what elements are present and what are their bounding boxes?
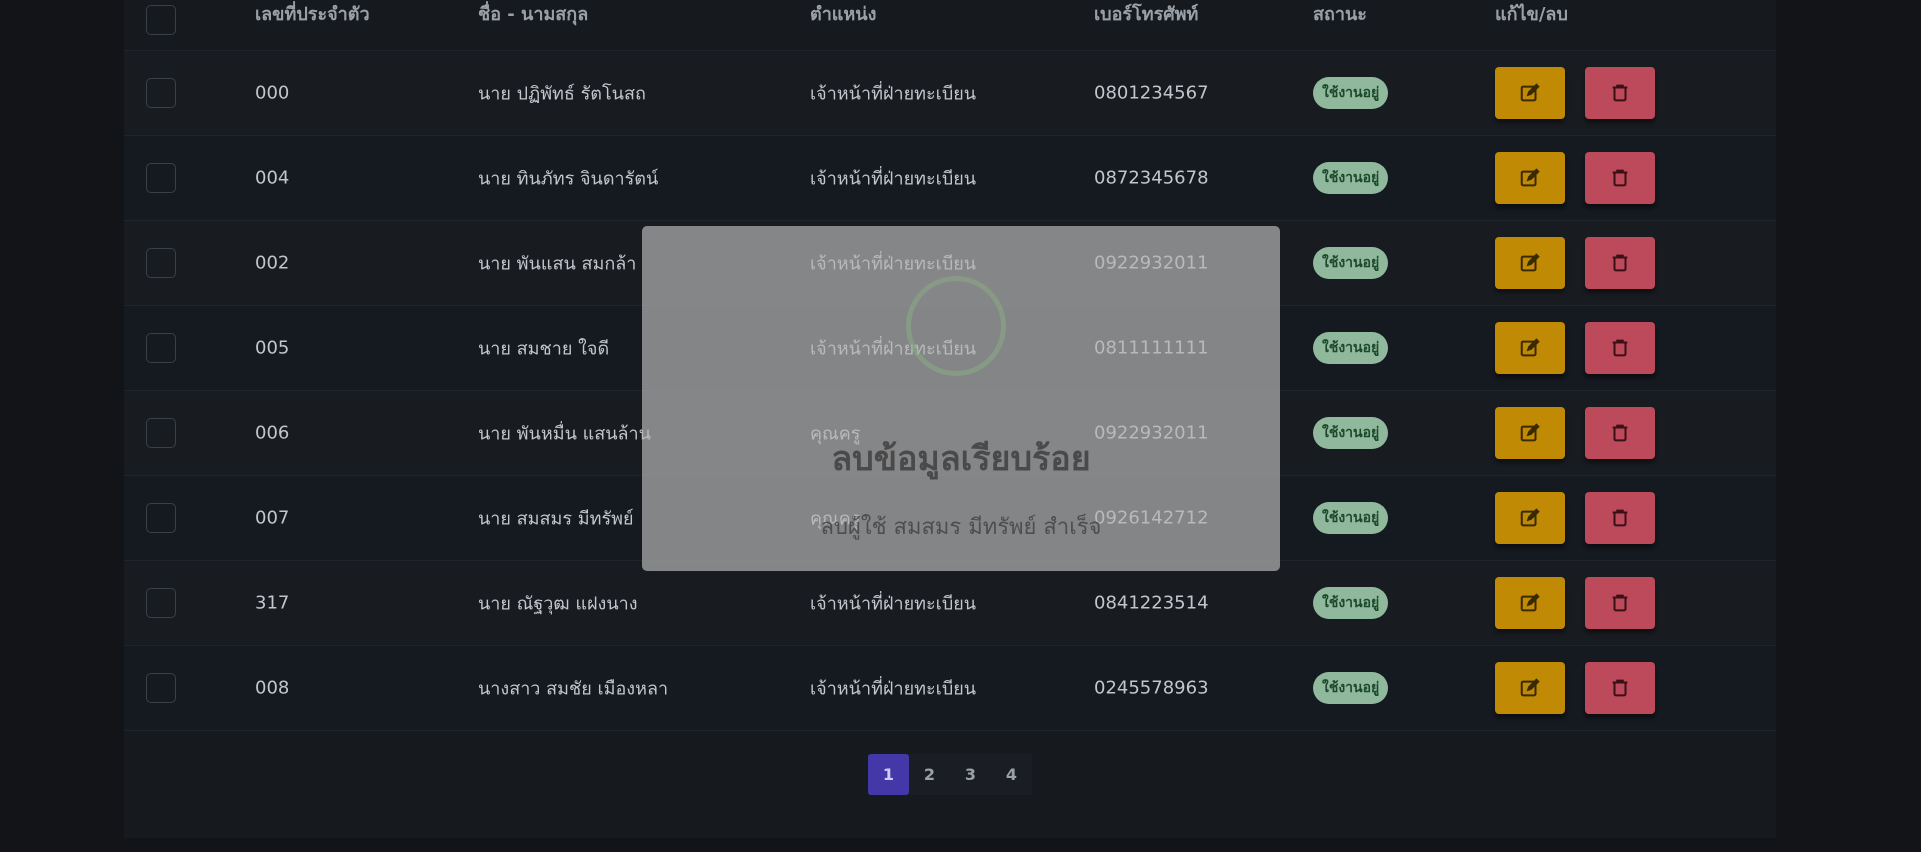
edit-button[interactable] xyxy=(1495,152,1565,204)
table-header: เลขที่ประจำตัว ชื่อ - นามสกุล ตำแหน่ง เบ… xyxy=(124,0,1776,51)
cell-position: เจ้าหน้าที่ฝ่ายทะเบียน xyxy=(810,83,977,105)
trash-icon xyxy=(1609,337,1631,359)
delete-button[interactable] xyxy=(1585,407,1655,459)
row-checkbox[interactable] xyxy=(146,503,176,533)
edit-icon xyxy=(1519,592,1541,614)
status-badge: ใช้งานอยู่ xyxy=(1313,247,1389,279)
trash-icon xyxy=(1609,167,1631,189)
cell-phone: 0841223514 xyxy=(1094,592,1209,614)
edit-icon xyxy=(1519,337,1541,359)
cell-name: นาย สมชาย ใจดี xyxy=(478,338,610,360)
edit-button[interactable] xyxy=(1495,237,1565,289)
row-checkbox[interactable] xyxy=(146,418,176,448)
row-checkbox[interactable] xyxy=(146,163,176,193)
delete-button[interactable] xyxy=(1585,662,1655,714)
edit-icon xyxy=(1519,252,1541,274)
cell-name: นาย ทินภัทร จินดารัตน์ xyxy=(478,168,659,190)
status-badge: ใช้งานอยู่ xyxy=(1313,502,1389,534)
delete-button[interactable] xyxy=(1585,237,1655,289)
trash-icon xyxy=(1609,507,1631,529)
cell-name: นาย ณัฐวุฒ แฝงนาง xyxy=(478,593,638,615)
edit-icon xyxy=(1519,422,1541,444)
cell-name: นาย พันหมื่น แสนล้าน xyxy=(478,423,651,445)
delete-button[interactable] xyxy=(1585,492,1655,544)
edit-button[interactable] xyxy=(1495,492,1565,544)
table-row: 317 นาย ณัฐวุฒ แฝงนาง เจ้าหน้าที่ฝ่ายทะเ… xyxy=(124,561,1776,646)
edit-button[interactable] xyxy=(1495,67,1565,119)
edit-button[interactable] xyxy=(1495,407,1565,459)
cell-phone: 0801234567 xyxy=(1094,82,1209,104)
pagination: 1234 xyxy=(868,754,1032,795)
delete-button[interactable] xyxy=(1585,67,1655,119)
cell-id: 002 xyxy=(255,252,290,274)
page-button-3[interactable]: 3 xyxy=(950,754,991,795)
edit-icon xyxy=(1519,677,1541,699)
cell-id: 008 xyxy=(255,677,290,699)
cell-id: 000 xyxy=(255,82,290,104)
cell-name: นาย ปฏิพัทธ์ รัตโนสถ xyxy=(478,83,646,105)
row-checkbox[interactable] xyxy=(146,78,176,108)
edit-button[interactable] xyxy=(1495,577,1565,629)
row-checkbox[interactable] xyxy=(146,248,176,278)
header-phone: เบอร์โทรศัพท์ xyxy=(1094,4,1199,25)
cell-name: นางสาว สมชัย เมืองหลา xyxy=(478,678,669,700)
success-circle-icon xyxy=(906,276,1006,376)
edit-icon xyxy=(1519,167,1541,189)
status-badge: ใช้งานอยู่ xyxy=(1313,77,1389,109)
page-button-4[interactable]: 4 xyxy=(991,754,1032,795)
cell-name: นาย สมสมร มีทรัพย์ xyxy=(478,508,634,530)
header-actions: แก้ไข/ลบ xyxy=(1495,4,1568,25)
cell-name: นาย พันแสน สมกล้า xyxy=(478,253,637,275)
edit-icon xyxy=(1519,82,1541,104)
page-button-2[interactable]: 2 xyxy=(909,754,950,795)
modal-message: ลบผู้ใช้ สมสมร มีทรัพย์ สำเร็จ xyxy=(820,515,1102,540)
trash-icon xyxy=(1609,677,1631,699)
row-checkbox[interactable] xyxy=(146,673,176,703)
delete-button[interactable] xyxy=(1585,322,1655,374)
cell-id: 006 xyxy=(255,422,290,444)
cell-phone: 0872345678 xyxy=(1094,167,1209,189)
row-checkbox[interactable] xyxy=(146,333,176,363)
delete-button[interactable] xyxy=(1585,577,1655,629)
cell-id: 317 xyxy=(255,592,290,614)
select-all-checkbox[interactable] xyxy=(146,5,176,35)
table-row: 004 นาย ทินภัทร จินดารัตน์ เจ้าหน้าที่ฝ่… xyxy=(124,136,1776,221)
trash-icon xyxy=(1609,592,1631,614)
page-button-1[interactable]: 1 xyxy=(868,754,909,795)
status-badge: ใช้งานอยู่ xyxy=(1313,162,1389,194)
table-row: 008 นางสาว สมชัย เมืองหลา เจ้าหน้าที่ฝ่า… xyxy=(124,646,1776,731)
table-row: 000 นาย ปฏิพัทธ์ รัตโนสถ เจ้าหน้าที่ฝ่าย… xyxy=(124,51,1776,136)
header-id: เลขที่ประจำตัว xyxy=(255,4,370,25)
header-position: ตำแหน่ง xyxy=(810,4,877,25)
cell-position: เจ้าหน้าที่ฝ่ายทะเบียน xyxy=(810,678,977,700)
cell-phone: 0245578963 xyxy=(1094,677,1209,699)
status-badge: ใช้งานอยู่ xyxy=(1313,417,1389,449)
status-badge: ใช้งานอยู่ xyxy=(1313,672,1389,704)
row-checkbox[interactable] xyxy=(146,588,176,618)
header-status: สถานะ xyxy=(1313,4,1367,25)
cell-position: เจ้าหน้าที่ฝ่ายทะเบียน xyxy=(810,593,977,615)
cell-id: 004 xyxy=(255,167,290,189)
edit-button[interactable] xyxy=(1495,322,1565,374)
cell-id: 007 xyxy=(255,507,290,529)
trash-icon xyxy=(1609,82,1631,104)
edit-icon xyxy=(1519,507,1541,529)
trash-icon xyxy=(1609,252,1631,274)
cell-id: 005 xyxy=(255,337,290,359)
trash-icon xyxy=(1609,422,1631,444)
status-badge: ใช้งานอยู่ xyxy=(1313,587,1389,619)
status-badge: ใช้งานอยู่ xyxy=(1313,332,1389,364)
cell-position: เจ้าหน้าที่ฝ่ายทะเบียน xyxy=(810,168,977,190)
modal-title: ลบข้อมูลเรียบร้อย xyxy=(831,439,1091,479)
header-name: ชื่อ - นามสกุล xyxy=(478,4,589,25)
delete-button[interactable] xyxy=(1585,152,1655,204)
edit-button[interactable] xyxy=(1495,662,1565,714)
success-alert-modal: ลบข้อมูลเรียบร้อย ลบผู้ใช้ สมสมร มีทรัพย… xyxy=(642,226,1280,571)
